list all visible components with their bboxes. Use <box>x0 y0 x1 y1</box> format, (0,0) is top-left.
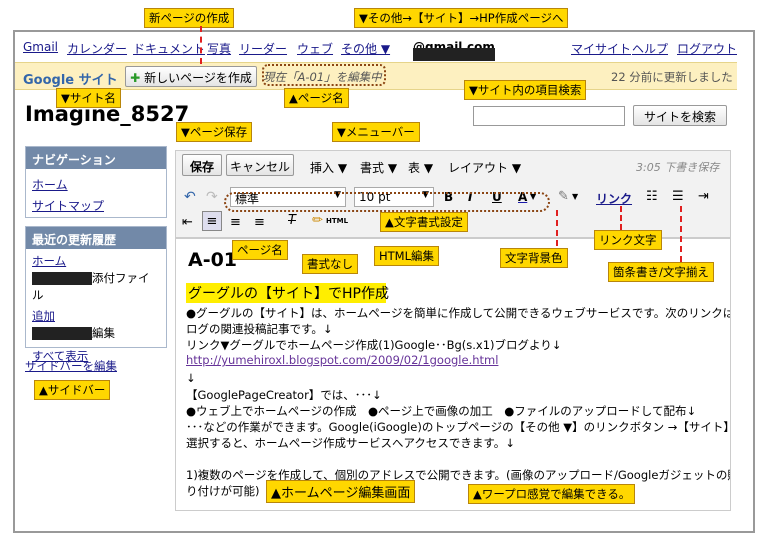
pencil-icon[interactable]: ✏ <box>312 213 323 228</box>
content-line[interactable]: ↓ <box>186 371 196 385</box>
content-line[interactable]: り付けが可能) <box>186 483 260 499</box>
content-line[interactable]: 選択すると、ホームページ作成サービスへアクセスできます。↓ <box>186 435 515 451</box>
my-sites-link[interactable]: マイサイト <box>571 40 631 57</box>
documents-link[interactable]: ドキュメント <box>133 40 205 57</box>
annotation-text-format: ▲文字書式設定 <box>380 212 468 232</box>
insert-menu[interactable]: 挿入 ▼ <box>310 159 347 176</box>
highlight-icon[interactable]: ✎ <box>558 189 569 204</box>
reader-link[interactable]: リーダー <box>239 40 287 57</box>
recent-updates-box: 最近の更新履歴 ホーム 添付ファイル 追加 編集 すべて表示 <box>25 226 167 363</box>
html-edit-button[interactable]: HTML <box>326 217 348 225</box>
logout-link[interactable]: ログアウト <box>677 40 737 57</box>
annotation-page-name: ページ名 <box>232 240 288 260</box>
layout-menu[interactable]: レイアウト ▼ <box>448 159 521 176</box>
redacted-block <box>413 48 495 61</box>
photos-link[interactable]: 写真 <box>207 40 231 57</box>
recent-page-link[interactable]: 追加 <box>32 308 160 325</box>
annotation-html-edit: HTML編集 <box>374 246 440 266</box>
more-menu[interactable]: その他 ▼ <box>341 40 390 57</box>
save-button[interactable]: 保存 <box>182 154 222 176</box>
help-link[interactable]: ヘルプ <box>632 40 668 57</box>
recent-page-link[interactable]: ホーム <box>32 253 160 270</box>
recent-item: 編集 <box>32 325 160 342</box>
content-line[interactable]: リンク▼グーグルでホームページ作成(1)Google･･Bg(s.x1)ブログよ… <box>186 337 561 353</box>
format-menu[interactable]: 書式 ▼ <box>360 159 397 176</box>
annotation-menubar: ▼メニューバー <box>332 122 420 142</box>
annotation-new-page: 新ページの作成 <box>144 8 235 28</box>
content-heading[interactable]: グーグルの【サイト】でHP作成 <box>186 283 389 303</box>
web-link[interactable]: ウェブ <box>297 40 333 57</box>
annotation-arrow <box>556 210 558 246</box>
draft-status: 3:05 下書き保存 <box>636 161 720 174</box>
site-search-button[interactable]: サイトを検索 <box>633 105 727 126</box>
account-email: @gmail.com <box>413 40 495 61</box>
site-search-input[interactable] <box>473 106 625 126</box>
updated-status: 22 分前に更新しました <box>611 70 733 84</box>
annotation-arrow <box>200 26 202 64</box>
table-menu[interactable]: 表 ▼ <box>408 159 433 176</box>
annotation-no-format: 書式なし <box>302 254 358 274</box>
annotation-page-name-top: ▲ページ名 <box>284 88 349 108</box>
navigation-title: ナビゲーション <box>26 147 166 169</box>
recent-updates-title: 最近の更新履歴 <box>26 227 166 249</box>
annotation-site-name: ▼サイト名 <box>56 88 121 108</box>
annotation-bg-color: 文字背景色 <box>500 248 568 268</box>
undo-icon[interactable]: ↶ <box>184 189 196 205</box>
annotation-outline <box>262 64 386 86</box>
cancel-button[interactable]: キャンセル <box>226 154 294 176</box>
annotation-outline <box>224 192 550 212</box>
align-right-icon[interactable]: ≡ <box>254 215 265 230</box>
annotation-edit-screen: ▲ホームページ編集画面 <box>266 480 416 503</box>
redo-icon[interactable]: ↷ <box>206 189 218 205</box>
content-line[interactable]: ログの関連投稿記事です。↓ <box>186 321 332 337</box>
calendar-link[interactable]: カレンダー <box>67 40 127 57</box>
highlight-dropdown-icon[interactable]: ▼ <box>572 192 578 201</box>
annotation-link-text: リンク文字 <box>594 230 662 250</box>
sidebar-item-home[interactable]: ホーム <box>32 175 160 196</box>
sites-logo[interactable]: Google サイト <box>23 69 118 88</box>
page-title[interactable]: A-01 <box>188 249 237 271</box>
edit-sidebar-link[interactable]: サイドバーを編集 <box>25 358 117 374</box>
navigation-box: ナビゲーション ホーム サイトマップ <box>25 146 167 218</box>
annotation-page-save: ▼ページ保存 <box>176 122 253 142</box>
annotation-bullets: 箇条書き/文字揃え <box>608 262 714 282</box>
new-page-button[interactable]: ✚ 新しいページを作成 <box>125 66 257 87</box>
content-line[interactable]: ●グーグルの【サイト】は、ホームページを簡単に作成して公開できるウェブサービスで… <box>186 305 730 321</box>
annotation-site-search: ▼サイト内の項目検索 <box>464 80 587 100</box>
content-line[interactable]: ●ウェブ上でホームページの作成 ●ページ上で画像の加工 ●ファイルのアップロード… <box>186 403 696 419</box>
numbered-list-icon[interactable]: ☷ <box>646 189 658 204</box>
content-line[interactable]: ･･･などの作業ができます。Google(iGoogle)のトップページの【その… <box>186 419 730 435</box>
bulleted-list-icon[interactable]: ☰ <box>672 189 684 204</box>
annotation-sidebar: ▲サイドバー <box>34 380 111 400</box>
align-left-icon[interactable]: ≡ <box>202 211 222 231</box>
blog-link[interactable]: http://yumehiroxl.blogspot.com/2009/02/1… <box>186 353 498 367</box>
outdent-icon[interactable]: ⇤ <box>182 215 193 230</box>
link-button[interactable]: リンク <box>596 190 632 207</box>
annotation-other-site: ▼その他→【サイト】→HP作成ページへ <box>354 8 569 28</box>
google-bar: Gmail カレンダー ドキュメント 写真 リーダー ウェブ その他 ▼ @gm… <box>15 32 737 62</box>
redacted-block <box>32 272 92 285</box>
annotation-arrow <box>680 206 682 262</box>
content-line[interactable]: 【GooglePageCreator】では、･･･↓ <box>186 387 382 403</box>
annotation-wordpro: ▲ワープロ感覚で編集できる。 <box>468 484 636 504</box>
redacted-block <box>32 327 92 340</box>
align-center-icon[interactable]: ≡ <box>230 215 241 230</box>
gmail-link[interactable]: Gmail <box>23 40 58 54</box>
sidebar-item-sitemap[interactable]: サイトマップ <box>32 196 160 217</box>
recent-item: 添付ファイル <box>32 271 150 302</box>
plus-icon: ✚ <box>130 71 141 85</box>
annotation-arrow <box>620 206 622 230</box>
indent-icon[interactable]: ⇥ <box>698 189 709 204</box>
remove-format-icon[interactable]: T <box>288 213 296 228</box>
